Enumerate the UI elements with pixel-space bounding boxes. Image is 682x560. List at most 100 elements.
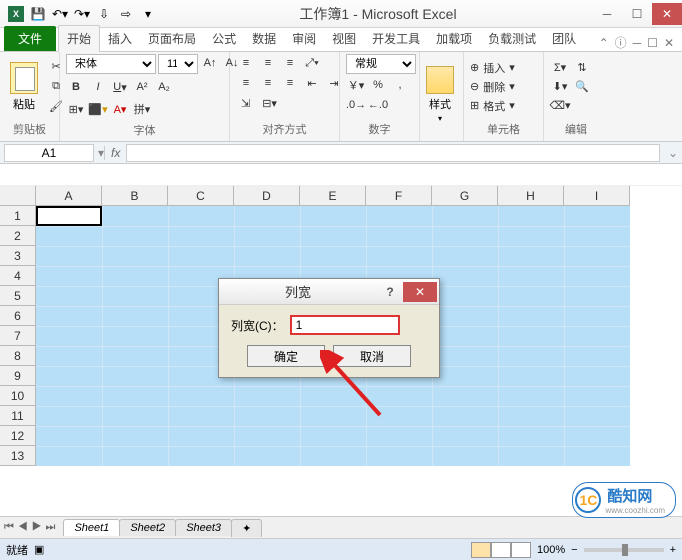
increase-font-button[interactable]: A↑ (200, 54, 220, 72)
macro-record-icon[interactable]: ▣ (34, 543, 44, 556)
help-icon[interactable]: ⓘ (615, 34, 627, 51)
wrap-text-button[interactable]: ⇲ (236, 94, 255, 112)
row-header-11[interactable]: 11 (0, 406, 36, 426)
dialog-cancel-button[interactable]: 取消 (333, 345, 411, 367)
find-button[interactable]: 🔍 (572, 78, 592, 96)
col-header-B[interactable]: B (102, 186, 168, 206)
styles-button[interactable]: 样式 ▾ (426, 66, 454, 123)
excel-app-icon[interactable]: X (6, 4, 26, 24)
phonetic-button[interactable]: 拼▾ (132, 100, 152, 118)
zoom-out-button[interactable]: − (571, 544, 577, 556)
row-header-3[interactable]: 3 (0, 246, 36, 266)
tab-view[interactable]: 视图 (324, 26, 364, 51)
border-button[interactable]: ⊞▾ (66, 100, 86, 118)
number-format-select[interactable]: 常规 (346, 54, 416, 74)
superscript-button[interactable]: A² (132, 78, 152, 96)
orientation-button[interactable]: ⤢▾ (302, 54, 322, 72)
undo-button[interactable]: ↶▾ (50, 4, 70, 24)
comma-button[interactable]: , (390, 76, 410, 94)
dialog-close-button[interactable]: ✕ (403, 282, 437, 302)
tab-addin[interactable]: 加载项 (428, 26, 480, 51)
decrease-decimal-button[interactable]: ←.0 (368, 96, 388, 114)
row-header-10[interactable]: 10 (0, 386, 36, 406)
dialog-help-button[interactable]: ? (377, 285, 403, 299)
active-cell-a1[interactable] (36, 206, 102, 226)
mdi-restore-icon[interactable]: ☐ (647, 36, 658, 50)
tab-layout[interactable]: 页面布局 (140, 26, 204, 51)
tab-insert[interactable]: 插入 (100, 26, 140, 51)
col-header-C[interactable]: C (168, 186, 234, 206)
formula-bar[interactable] (126, 144, 660, 162)
qat-more[interactable]: ▾ (138, 4, 158, 24)
col-header-F[interactable]: F (366, 186, 432, 206)
tab-load[interactable]: 负载测试 (480, 26, 544, 51)
col-header-G[interactable]: G (432, 186, 498, 206)
column-width-input[interactable] (290, 315, 400, 335)
row-header-5[interactable]: 5 (0, 286, 36, 306)
sort-button[interactable]: ⇅ (572, 59, 592, 77)
save-button[interactable]: 💾 (28, 4, 48, 24)
clear-button[interactable]: ⌫▾ (550, 97, 570, 115)
subscript-button[interactable]: A₂ (154, 78, 174, 96)
row-header-4[interactable]: 4 (0, 266, 36, 286)
autosum-button[interactable]: Σ▾ (550, 59, 570, 77)
font-size-select[interactable]: 11 (158, 54, 198, 74)
align-right-button[interactable]: ≡ (280, 74, 300, 92)
formula-expand-icon[interactable]: ⌄ (664, 146, 682, 160)
tab-review[interactable]: 审阅 (284, 26, 324, 51)
sheet-tab-3[interactable]: Sheet3 (175, 519, 232, 536)
row-header-1[interactable]: 1 (0, 206, 36, 226)
row-header-6[interactable]: 6 (0, 306, 36, 326)
fill-color-button[interactable]: ⬛▾ (88, 100, 108, 118)
close-button[interactable]: ✕ (652, 3, 682, 25)
col-header-I[interactable]: I (564, 186, 630, 206)
cells-insert-button[interactable]: ⊕ 插入 ▾ (470, 59, 515, 77)
percent-button[interactable]: % (368, 76, 388, 94)
tab-formula[interactable]: 公式 (204, 26, 244, 51)
bold-button[interactable]: B (66, 78, 86, 96)
tab-data[interactable]: 数据 (244, 26, 284, 51)
underline-button[interactable]: U▾ (110, 78, 130, 96)
row-header-8[interactable]: 8 (0, 346, 36, 366)
paste-button[interactable]: 粘贴 (6, 62, 42, 112)
new-sheet-button[interactable]: ✦ (231, 519, 262, 537)
row-header-2[interactable]: 2 (0, 226, 36, 246)
col-header-E[interactable]: E (300, 186, 366, 206)
view-layout-button[interactable] (491, 542, 511, 558)
row-header-9[interactable]: 9 (0, 366, 36, 386)
mdi-min-icon[interactable]: ─ (633, 36, 642, 50)
zoom-slider[interactable] (584, 548, 664, 552)
align-left-button[interactable]: ≡ (236, 74, 256, 92)
tab-team[interactable]: 团队 (544, 26, 584, 51)
ribbon-minimize-icon[interactable]: ⌃ (599, 36, 609, 50)
redo-button[interactable]: ↷▾ (72, 4, 92, 24)
maximize-button[interactable]: ☐ (622, 3, 652, 25)
name-box[interactable] (4, 144, 94, 162)
dialog-ok-button[interactable]: 确定 (247, 345, 325, 367)
sheet-nav-buttons[interactable]: ⏮◀▶⏭ (0, 521, 63, 534)
row-header-7[interactable]: 7 (0, 326, 36, 346)
cells-delete-button[interactable]: ⊖ 删除 ▾ (470, 78, 515, 96)
col-header-A[interactable]: A (36, 186, 102, 206)
zoom-in-button[interactable]: + (670, 544, 676, 556)
qat-custom-1[interactable]: ⇩ (94, 4, 114, 24)
sheet-tab-1[interactable]: Sheet1 (63, 519, 120, 536)
merge-button[interactable]: ⊟▾ (257, 94, 282, 112)
font-color-button[interactable]: A▾ (110, 100, 130, 118)
align-top-button[interactable]: ≡ (236, 54, 256, 72)
tab-file[interactable]: 文件 (4, 26, 56, 51)
col-header-H[interactable]: H (498, 186, 564, 206)
italic-button[interactable]: I (88, 78, 108, 96)
row-header-12[interactable]: 12 (0, 426, 36, 446)
minimize-button[interactable]: ─ (592, 3, 622, 25)
col-header-D[interactable]: D (234, 186, 300, 206)
sheet-tab-2[interactable]: Sheet2 (119, 519, 176, 536)
zoom-level[interactable]: 100% (537, 544, 565, 556)
fill-button[interactable]: ⬇▾ (550, 78, 570, 96)
mdi-close-icon[interactable]: ✕ (664, 36, 674, 50)
indent-dec-button[interactable]: ⇤ (302, 74, 322, 92)
currency-button[interactable]: ￥▾ (346, 76, 366, 94)
font-name-select[interactable]: 宋体 (66, 54, 156, 74)
align-center-button[interactable]: ≡ (258, 74, 278, 92)
select-all-corner[interactable] (0, 186, 36, 206)
